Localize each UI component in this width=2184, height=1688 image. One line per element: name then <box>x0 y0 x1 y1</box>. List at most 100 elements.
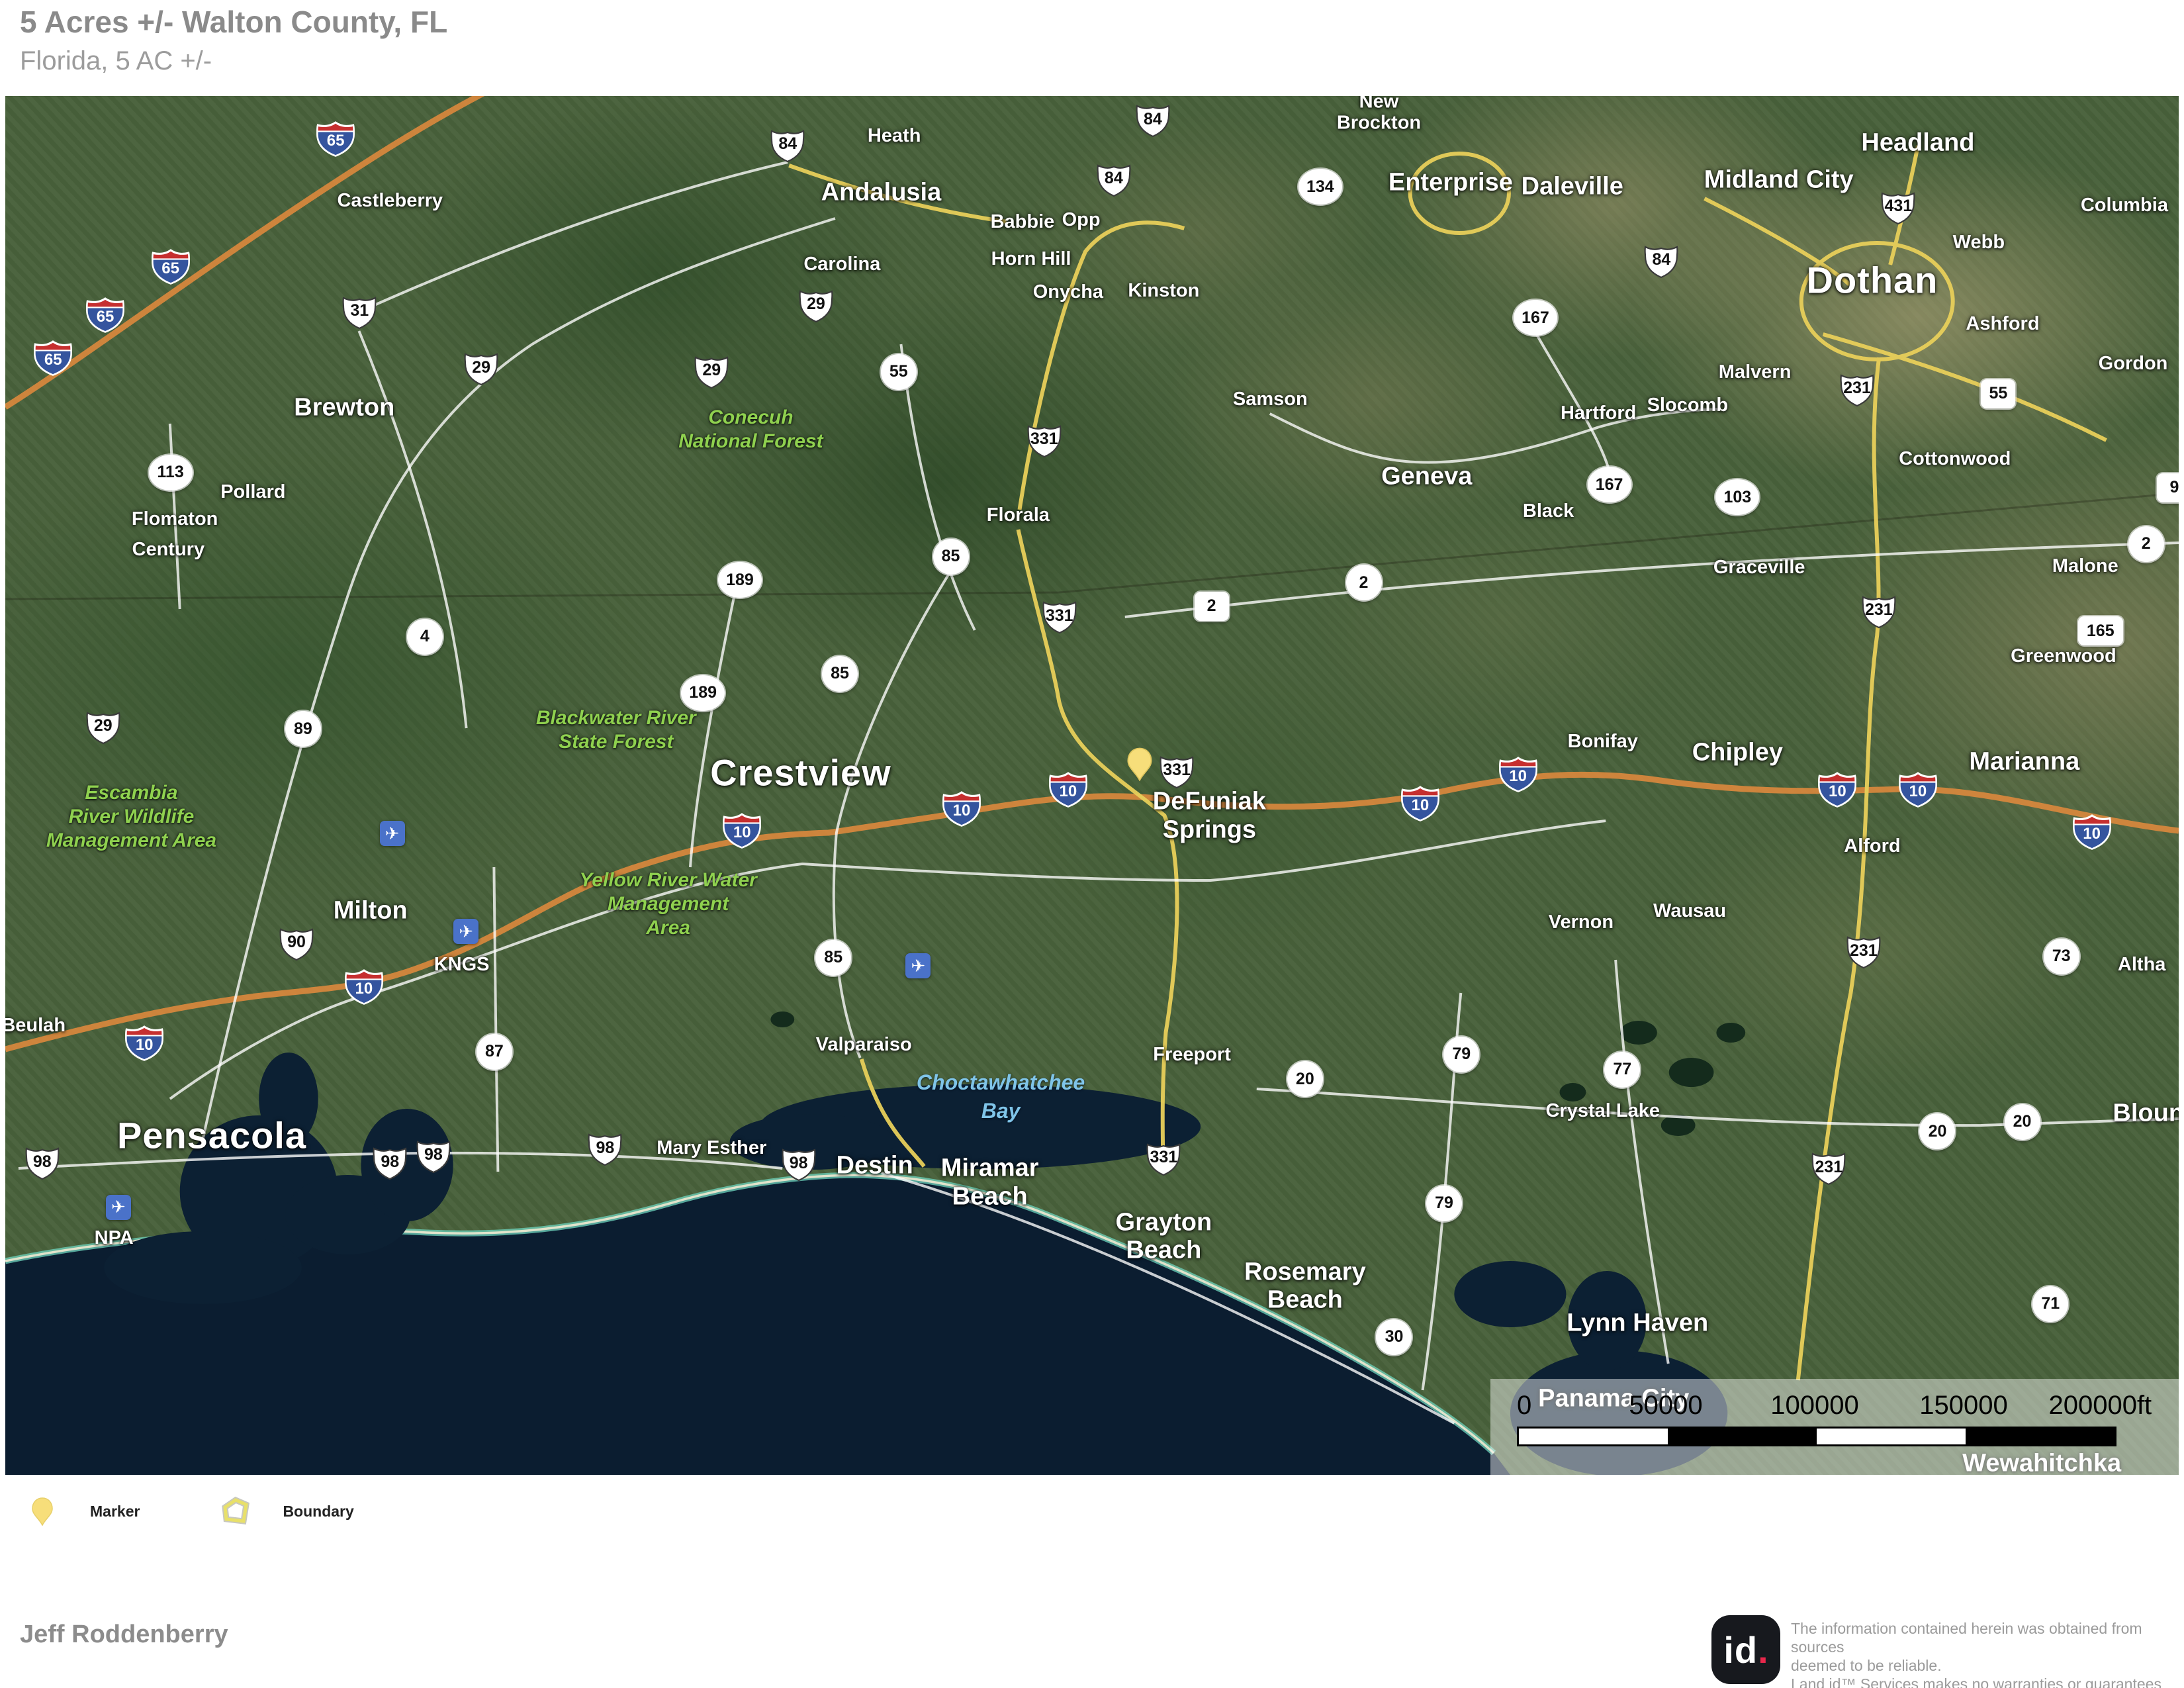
city-label: Graceville <box>1713 557 1805 578</box>
interstate-shield-icon: 10 <box>1400 785 1441 822</box>
state-route-circle-shield-icon: 4 <box>407 619 443 655</box>
city-label: DeFuniakSprings <box>1153 788 1266 844</box>
city-label: Pollard <box>220 481 285 502</box>
city-label: Freeport <box>1153 1043 1231 1064</box>
city-label: Valparaiso <box>816 1034 912 1055</box>
city-label: Lynn Haven <box>1567 1309 1708 1338</box>
city-label: Bonifay <box>1568 731 1638 752</box>
scale-tick-label: 200000ft <box>2048 1391 2152 1421</box>
city-label: Babbie <box>991 211 1055 232</box>
interstate-shield-icon: 65 <box>32 340 73 377</box>
state-route-circle-shield-icon: 89 <box>285 711 321 747</box>
interstate-shield-icon: 65 <box>150 248 191 285</box>
city-label: Dothan <box>1807 260 1938 302</box>
airport-icon: ✈ <box>106 1195 131 1220</box>
state-route-circle-shield-icon: 55 <box>881 354 917 390</box>
city-label: Chipley <box>1692 738 1783 767</box>
interstate-shield-icon: 10 <box>2071 814 2113 851</box>
state-route-rect-shield-icon: 2 <box>1195 592 1229 621</box>
city-label: Webb <box>1953 232 2005 253</box>
city-label: MiramarBeach <box>941 1154 1039 1211</box>
state-route-circle-shield-icon: 71 <box>2032 1286 2068 1322</box>
state-route-circle-shield-icon: 85 <box>933 539 969 575</box>
city-label: Headland <box>1861 129 1974 158</box>
city-label: Opp <box>1062 209 1101 230</box>
us-route-shield-icon: 29 <box>83 708 123 745</box>
city-label: Crystal Lake <box>1545 1100 1660 1121</box>
us-route-shield-icon: 98 <box>414 1137 453 1174</box>
us-route-shield-icon: 84 <box>1641 242 1681 279</box>
city-label: Slocomb <box>1647 394 1728 415</box>
city-label: Mary Esther <box>657 1137 766 1158</box>
city-label: NPA <box>95 1227 134 1248</box>
interstate-shield-icon: 10 <box>1897 771 1938 808</box>
us-route-shield-icon: 331 <box>1024 421 1064 458</box>
city-label: Castleberry <box>337 190 443 211</box>
state-route-circle-shield-icon: 30 <box>1376 1319 1412 1355</box>
city-label: Geneva <box>1381 463 1472 491</box>
city-label: Enterprise <box>1388 169 1513 197</box>
interstate-shield-icon: 10 <box>1817 771 1858 808</box>
city-label: Crestview <box>710 752 891 794</box>
interstate-shield-icon: 10 <box>1048 771 1089 808</box>
city-label: Altha <box>2118 954 2166 975</box>
us-route-shield-icon: 231 <box>1844 932 1884 969</box>
state-route-rect-shield-icon: 165 <box>2078 616 2123 645</box>
us-route-shield-icon: 331 <box>1157 752 1197 789</box>
city-label: Columbia <box>2081 194 2168 215</box>
scale-tick-label: 100000 <box>1770 1391 1858 1421</box>
city-label: KNGS <box>434 954 490 975</box>
us-route-shield-icon: 31 <box>340 293 379 330</box>
interstate-roads <box>5 96 2179 1049</box>
state-route-circle-shield-icon: 189 <box>681 675 725 711</box>
us-route-shield-icon: 331 <box>1040 597 1079 634</box>
us-route-shield-icon: 98 <box>585 1129 625 1166</box>
legend-item-marker: Marker <box>26 1493 140 1529</box>
scale-tick-label: 150000 <box>1919 1391 2007 1421</box>
state-route-circle-shield-icon: 20 <box>1919 1113 1955 1149</box>
city-label: Daleville <box>1522 173 1623 201</box>
state-route-circle-shield-icon: 113 <box>149 455 193 491</box>
city-label: Century <box>132 539 205 560</box>
us-route-shield-icon: 331 <box>1144 1139 1183 1176</box>
us-route-shield-icon: 431 <box>1878 188 1918 225</box>
us-route-shield-icon: 84 <box>1133 101 1173 138</box>
boundary-icon <box>220 1497 250 1526</box>
us-route-shield-icon: 84 <box>768 126 807 163</box>
city-label: Pensacola <box>117 1115 306 1156</box>
state-route-circle-shield-icon: 20 <box>1287 1061 1323 1097</box>
city-label: Malvern <box>1719 361 1792 382</box>
us-route-shield-icon: 84 <box>1094 160 1134 197</box>
city-label: Milton <box>334 897 408 925</box>
header: 5 Acres +/- Walton County, FL Florida, 5… <box>20 4 447 76</box>
interstate-shield-icon: 10 <box>124 1025 165 1062</box>
city-label: Cottonwood <box>1899 448 2011 469</box>
city-label: Alford <box>1844 835 1900 857</box>
airport-icon: ✈ <box>905 953 931 978</box>
state-route-rect-shield-icon: 55 <box>1981 379 2015 408</box>
legend-item-boundary: Boundary <box>219 1493 353 1529</box>
state-route-circle-shield-icon: 79 <box>1426 1186 1462 1221</box>
interstate-shield-icon: 65 <box>85 297 126 334</box>
city-label: Blount <box>2113 1100 2179 1128</box>
city-label: Kinston <box>1128 279 1199 301</box>
city-label: RosemaryBeach <box>1244 1258 1366 1314</box>
water-body-label: ChoctawhatcheeBay <box>917 1068 1085 1125</box>
interstate-shield-icon: 10 <box>721 812 762 849</box>
city-label: Marianna <box>1969 748 2079 776</box>
logo-text: id <box>1723 1628 1758 1671</box>
state-route-circle-shield-icon: 20 <box>2005 1104 2040 1140</box>
protected-area-label: EscambiaRiver WildlifeManagement Area <box>46 781 216 853</box>
marker-icon <box>31 1497 54 1526</box>
city-label: Midland City <box>1704 166 1854 195</box>
us-route-shield-icon: 90 <box>277 924 316 961</box>
city-label: Wausau <box>1653 900 1726 921</box>
city-label: Brewton <box>294 393 394 422</box>
interstate-shield-icon: 10 <box>941 790 982 827</box>
state-route-circle-shield-icon: 2 <box>1346 565 1382 600</box>
scale-bar: 050000100000150000200000ft <box>1490 1379 2179 1475</box>
state-route-circle-shield-icon: 85 <box>815 940 851 976</box>
logo-dot: . <box>1758 1628 1768 1671</box>
page-subtitle: Florida, 5 AC +/- <box>20 46 447 76</box>
state-route-circle-shield-icon: 167 <box>1514 300 1557 336</box>
